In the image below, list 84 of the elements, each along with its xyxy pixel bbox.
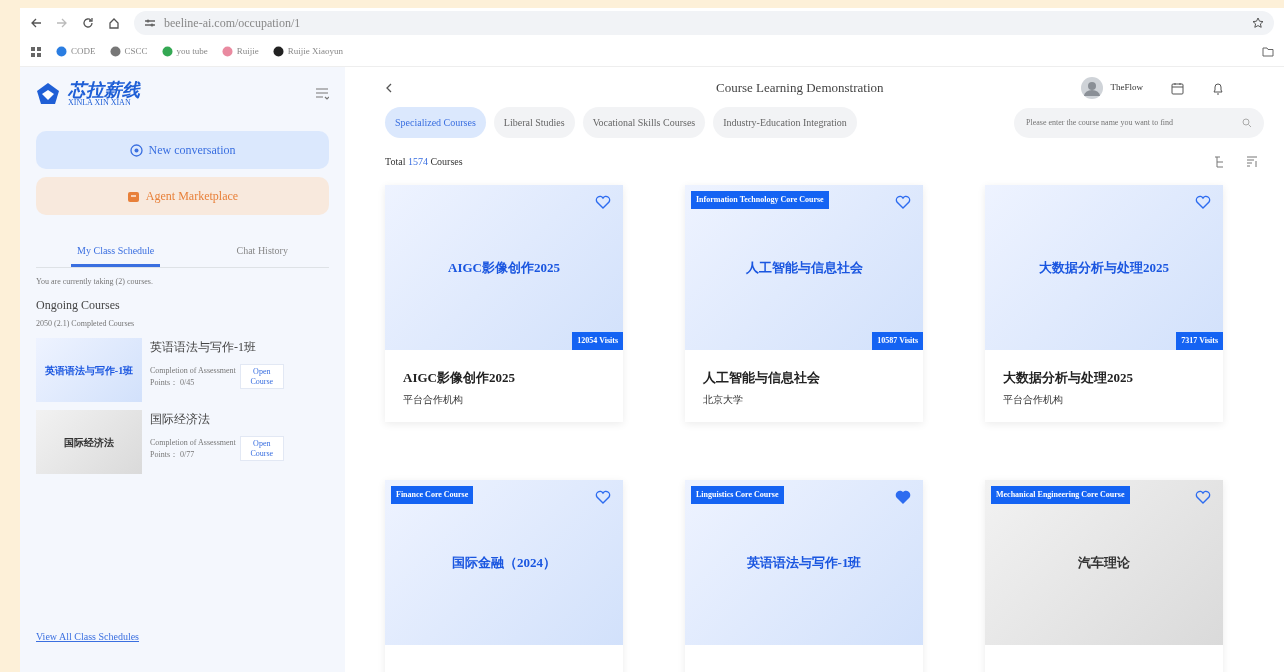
course-title[interactable]: 国际经济法 <box>150 410 284 428</box>
new-conversation-button[interactable]: New conversation <box>36 131 329 169</box>
search-field[interactable]: Please enter the course name you want to find <box>1014 107 1264 138</box>
bell-icon[interactable] <box>1212 81 1224 95</box>
bookmark-icon <box>109 46 121 57</box>
url-text: beeline-ai.com/occupation/1 <box>164 14 301 32</box>
points-text: Points： 0/45 <box>150 376 196 389</box>
visit-count: 7317 Visits <box>1176 332 1223 350</box>
course-name: AIGC影像创作2025 <box>403 369 516 387</box>
course-card[interactable]: Linguistics Core Course 英语语法与写作-1班 <box>685 480 923 672</box>
back-chevron-icon[interactable] <box>385 83 393 93</box>
logo-subtitle: XINLA XIN XIAN <box>68 99 131 107</box>
reload-icon[interactable] <box>82 16 94 29</box>
open-course-button[interactable]: Open Course <box>239 364 284 390</box>
cover-title: AIGC影像创作2025 <box>448 258 560 277</box>
ongoing-heading: Ongoing Courses <box>36 297 121 314</box>
cover-title: 国际金融（2024） <box>452 553 556 572</box>
assessment-label: Completion of Assessment <box>150 436 236 449</box>
user-name[interactable]: TheFlow <box>1110 81 1143 95</box>
heart-icon[interactable] <box>895 490 911 504</box>
course-count-text: You are currently taking (2) courses. <box>36 276 154 288</box>
bookmark-link[interactable]: CODE <box>56 44 96 59</box>
cover-title: 汽车理论 <box>1078 553 1130 572</box>
address-bar[interactable]: beeline-ai.com/occupation/1 <box>134 10 1274 35</box>
course-card[interactable]: Mechanical Engineering Core Course 汽车理论 <box>985 480 1223 672</box>
course-card[interactable]: 大数据分析与处理2025 7317 Visits 大数据分析与处理2025 平台合作机构 <box>985 185 1223 422</box>
institution-name: 平台合作机构 <box>403 392 464 407</box>
cover-title: 大数据分析与处理2025 <box>1039 258 1169 277</box>
visit-count: 10587 Visits <box>872 332 923 350</box>
heart-icon[interactable] <box>595 490 611 504</box>
view-all-link[interactable]: View All Class Schedules <box>36 629 329 644</box>
menu-icon[interactable] <box>315 87 329 101</box>
open-course-button[interactable]: Open Course <box>239 436 284 462</box>
assessment-label: Completion of Assessment <box>150 364 236 377</box>
course-card[interactable]: AIGC影像创作2025 12054 Visits AIGC影像创作2025 平台合作机构 <box>385 185 623 422</box>
folder-icon[interactable] <box>1262 46 1274 57</box>
bookmark-link[interactable]: Ruijie Xiaoyun <box>272 44 343 59</box>
category-tag: Mechanical Engineering Core Course <box>991 486 1130 504</box>
home-icon[interactable] <box>108 16 120 29</box>
back-icon[interactable] <box>30 16 42 29</box>
bookmark-icon <box>272 46 284 57</box>
heart-icon[interactable] <box>1195 195 1211 209</box>
bookmark-icon <box>221 46 233 57</box>
category-tag: Finance Core Course <box>391 486 474 504</box>
course-card[interactable]: Finance Core Course 国际金融（2024） <box>385 480 623 672</box>
bookmark-icon <box>56 46 67 57</box>
calendar-icon[interactable] <box>1171 81 1184 95</box>
schedule-tab[interactable]: Chat History <box>230 239 294 267</box>
category-tab[interactable]: Liberal Studies <box>493 107 575 138</box>
category-tag: Linguistics Core Course <box>691 486 784 504</box>
category-tag: Information Technology Core Course <box>691 191 829 209</box>
heart-icon[interactable] <box>895 195 911 209</box>
page-title: Course Learning Demonstration <box>715 79 885 98</box>
cover-title: 英语语法与写作-1班 <box>746 553 862 572</box>
total-count-text: Total 1574 Courses <box>385 155 463 169</box>
schedule-tab[interactable]: My Class Schedule <box>71 239 161 267</box>
category-tab[interactable]: Industry-Education Integration <box>713 107 857 138</box>
heart-icon[interactable] <box>595 195 611 209</box>
institution-name: 平台合作机构 <box>1003 392 1064 407</box>
category-tab[interactable]: Specialized Courses <box>385 107 486 138</box>
course-card[interactable]: Information Technology Core Course 人工智能与信息社会 10587 Visits 人工智能与信息社会 北京大学 <box>685 185 923 422</box>
bookmark-icon <box>161 46 173 57</box>
avatar-icon[interactable] <box>1080 77 1103 99</box>
search-icon <box>1242 117 1252 128</box>
logo-icon <box>36 82 60 106</box>
course-name: 人工智能与信息社会 <box>703 369 821 387</box>
points-text: Points： 0/77 <box>150 448 196 461</box>
cover-title: 人工智能与信息社会 <box>745 258 863 277</box>
logo-title: 芯拉薪线 <box>68 81 140 99</box>
course-thumbnail[interactable]: 国际经济法 <box>36 410 142 474</box>
bookmark-link[interactable]: you tube <box>161 44 208 59</box>
institution-name: 北京大学 <box>703 392 744 407</box>
course-name: 大数据分析与处理2025 <box>1003 369 1134 387</box>
category-tab[interactable]: Vocational Skills Courses <box>582 107 706 138</box>
bookmark-link[interactable]: CSCC <box>109 44 148 59</box>
visit-count: 12054 Visits <box>572 332 623 350</box>
tree-view-icon[interactable] <box>1214 155 1226 168</box>
bookmark-link[interactable]: Ruijie <box>221 44 259 59</box>
completed-text: 2050 (2.1) Completed Courses <box>36 318 136 330</box>
apps-grid-icon[interactable] <box>30 45 42 58</box>
course-title[interactable]: 英语语法与写作-1班 <box>150 338 284 356</box>
star-icon[interactable] <box>1252 16 1264 29</box>
heart-icon[interactable] <box>1195 490 1211 504</box>
course-thumbnail[interactable]: 英语语法与写作-1班 <box>36 338 142 402</box>
